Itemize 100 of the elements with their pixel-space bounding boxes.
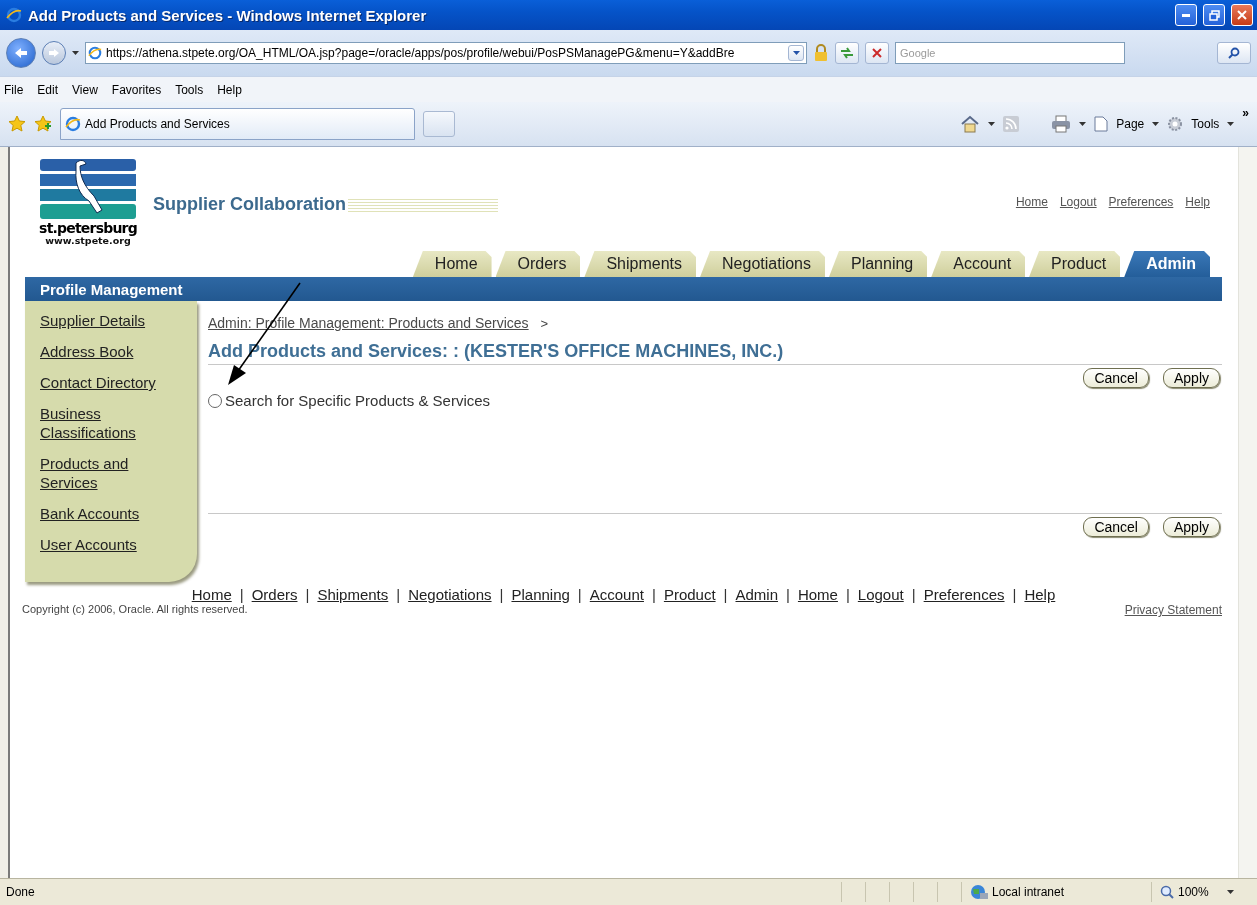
more-button[interactable]: »: [1242, 106, 1249, 120]
section-title: Profile Management: [40, 280, 183, 298]
browser-tab[interactable]: Add Products and Services: [60, 108, 415, 140]
browser-icon: [88, 46, 102, 60]
global-link[interactable]: Preferences: [1108, 195, 1174, 209]
global-link[interactable]: Home: [1015, 195, 1048, 209]
apply-button[interactable]: Apply: [1162, 517, 1220, 537]
menu-item[interactable]: Edit: [37, 82, 59, 97]
caret-icon: [1152, 122, 1160, 126]
caret-icon: [792, 51, 800, 55]
search-field[interactable]: Google: [895, 42, 1125, 64]
zone-text: Local intranet: [992, 885, 1065, 899]
separator: |: [911, 586, 916, 603]
copyright-text: Copyright (c) 2006, Oracle. All rights reserved.: [22, 603, 248, 615]
global-link[interactable]: Logout: [1059, 195, 1097, 209]
globe-icon: [970, 884, 988, 900]
address-field[interactable]: https://athena.stpete.org/OA_HTML/OA.jsp?page=/oracle/apps/pos/profile/webui/PosPSManagePG&menu=Y&addBre: [85, 42, 807, 64]
forward-arrow-icon: [48, 48, 60, 58]
nav-tab[interactable]: Account: [931, 251, 1026, 277]
nav-tab[interactable]: Admin: [1124, 251, 1210, 277]
breadcrumb-separator: >: [540, 315, 549, 331]
global-link[interactable]: Help: [1185, 195, 1210, 209]
nav-tab[interactable]: Product: [1029, 251, 1121, 277]
sidebar-link[interactable]: User Accounts: [40, 535, 165, 554]
forward-button[interactable]: [42, 41, 66, 65]
separator: |: [1012, 586, 1017, 603]
footer-link[interactable]: Negotiations: [408, 586, 492, 603]
footer-link[interactable]: Preferences: [923, 586, 1005, 603]
printer-icon[interactable]: [1051, 115, 1072, 133]
footer-link[interactable]: Home: [191, 586, 232, 603]
stop-button[interactable]: [865, 42, 889, 64]
menu-item[interactable]: Tools: [175, 82, 204, 97]
privacy-link[interactable]: Privacy Statement: [1124, 603, 1222, 617]
footer-link[interactable]: Admin: [735, 586, 778, 603]
menu-item[interactable]: Favorites: [111, 82, 162, 97]
separator: |: [305, 586, 310, 603]
refresh-icon: [840, 47, 854, 59]
refresh-button[interactable]: [835, 42, 859, 64]
footer-link[interactable]: Help: [1024, 586, 1056, 603]
caret-icon: [988, 122, 996, 126]
stop-icon: [872, 48, 882, 58]
minimize-icon: [1182, 13, 1190, 17]
close-button[interactable]: [1231, 4, 1253, 26]
footer-link[interactable]: Planning: [511, 586, 570, 603]
home-icon[interactable]: [960, 115, 981, 133]
restore-icon: [1208, 9, 1220, 21]
sidebar-link[interactable]: Business Classifications: [40, 404, 165, 442]
tools-menu[interactable]: Tools: [1191, 117, 1220, 131]
apply-button[interactable]: Apply: [1162, 368, 1220, 388]
caret-icon: [1227, 122, 1235, 126]
cancel-button[interactable]: Cancel: [1083, 517, 1149, 537]
sidebar-link[interactable]: Contact Directory: [40, 373, 165, 392]
menu-item[interactable]: File: [4, 82, 24, 97]
separator: |: [786, 586, 790, 603]
footer-link[interactable]: Home: [797, 586, 838, 603]
separator: |: [723, 586, 728, 603]
nav-tab[interactable]: Planning: [829, 251, 928, 277]
caret-icon: [1079, 122, 1087, 126]
logo-name: st.petersburg: [39, 221, 137, 236]
close-icon: [1237, 10, 1247, 20]
sidebar-link[interactable]: Products and Services: [40, 454, 165, 492]
footer-link[interactable]: Orders: [251, 586, 298, 603]
star-icon[interactable]: [8, 115, 26, 133]
footer-link[interactable]: Product: [663, 586, 716, 603]
logo-url: www.stpete.org: [45, 236, 131, 246]
sidebar-link[interactable]: Supplier Details: [40, 311, 165, 330]
option-label: Search for Specific Products & Services: [225, 392, 491, 409]
window-title: Add Products and Services - Windows Internet Explorer: [28, 6, 428, 24]
footer-link[interactable]: Logout: [857, 586, 904, 603]
separator: |: [651, 586, 656, 603]
footer-link[interactable]: Shipments: [317, 586, 389, 603]
sidebar-link[interactable]: Bank Accounts: [40, 504, 165, 523]
minimize-button[interactable]: [1175, 4, 1197, 26]
menu-item[interactable]: Help: [217, 82, 242, 97]
back-arrow-icon: [14, 47, 28, 59]
nav-tab[interactable]: Orders: [495, 251, 581, 277]
page-menu[interactable]: Page: [1116, 117, 1145, 131]
nav-tab[interactable]: Home: [412, 251, 492, 277]
zoom-icon: [1160, 885, 1174, 899]
cancel-button[interactable]: Cancel: [1083, 368, 1149, 388]
restore-button[interactable]: [1203, 4, 1225, 26]
add-favorite-icon[interactable]: [34, 115, 52, 133]
lock-icon: [813, 44, 829, 62]
sidebar-link[interactable]: Address Book: [40, 342, 165, 361]
status-text: Done: [6, 885, 35, 899]
zoom-button[interactable]: 100%: [1151, 882, 1251, 902]
footer-link[interactable]: Account: [589, 586, 644, 603]
search-button[interactable]: [1217, 42, 1251, 64]
nav-tab[interactable]: Negotiations: [700, 251, 825, 277]
separator: |: [396, 586, 401, 603]
menu-item[interactable]: View: [72, 82, 98, 97]
radio-button[interactable]: [208, 393, 222, 408]
dropdown-button[interactable]: [788, 45, 804, 61]
back-button[interactable]: [6, 38, 36, 68]
separator: |: [499, 586, 504, 603]
caret-icon: [72, 51, 79, 55]
gear-icon: [1167, 116, 1184, 132]
nav-tab[interactable]: Shipments: [584, 251, 697, 277]
separator: |: [845, 586, 850, 603]
caret-icon: [1226, 890, 1234, 894]
